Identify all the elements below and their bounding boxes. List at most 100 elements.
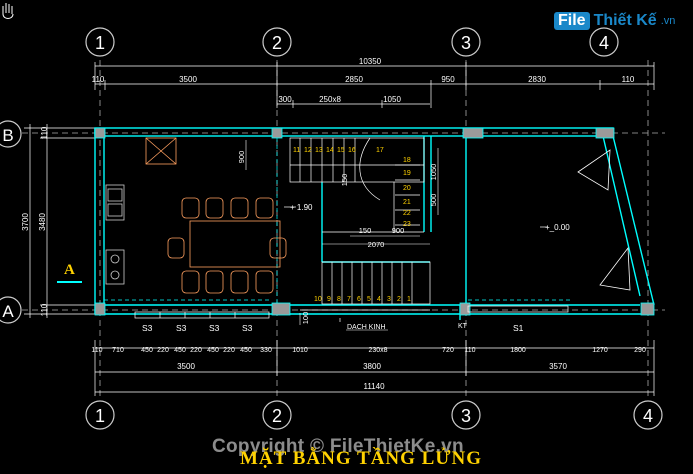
dim-b-17: 290	[634, 347, 646, 354]
level-left: + 1.90	[290, 203, 313, 212]
window-labels: S3 S3 S3 S3 S1 KT DACH KINH	[142, 323, 524, 333]
dim-b-8: 220	[223, 347, 235, 354]
dim-top-3: 2850	[345, 75, 363, 84]
dim-b-9: 450	[240, 347, 252, 354]
dim-top-2: 3500	[179, 75, 197, 84]
grid-bubble-3b: 3	[461, 406, 471, 426]
section-mark-a: A	[57, 262, 82, 283]
s3-label-2: S3	[176, 323, 187, 333]
dim-1050: 1050	[429, 164, 438, 181]
s3-label-4: S3	[242, 323, 253, 333]
s3-label-1: S3	[142, 323, 153, 333]
dim-b-15: 1800	[510, 347, 526, 354]
dim-150b: 150	[359, 226, 372, 235]
dim-top-1: 110	[92, 75, 105, 84]
stair-num-11: 11	[293, 147, 300, 154]
hand-icon	[2, 3, 14, 19]
dim-b-2: 710	[112, 347, 124, 354]
grid-bubble-4: 4	[599, 33, 609, 53]
grid-bubbles-top: 1 2 3 4	[85, 27, 619, 57]
dim-b-12: 230x8	[368, 347, 387, 354]
grid-bubble-2b: 2	[272, 406, 282, 426]
furniture	[105, 137, 287, 294]
left-dimensions	[24, 124, 95, 318]
s1-label: S1	[513, 323, 524, 333]
stair-low-2: 2	[397, 296, 401, 303]
stair-low-6: 6	[357, 296, 361, 303]
stair-low-1: 1	[407, 296, 411, 303]
dim-b-16: 1270	[592, 347, 608, 354]
dim-b-total: 11140	[363, 382, 385, 391]
internal-dashed	[104, 138, 570, 303]
logo-domain: .vn	[660, 15, 676, 27]
stair-num-19: 19	[403, 170, 411, 177]
grid-bubble-2: 2	[272, 33, 282, 53]
stair-num-14: 14	[326, 147, 334, 154]
stair-low-10: 10	[314, 296, 322, 303]
dim-900: 900	[237, 151, 246, 164]
grid-bubble-1b: 1	[95, 406, 105, 426]
dim-b-5: 450	[174, 347, 186, 354]
levels: + 1.90 +_0.00	[284, 203, 570, 232]
stair-num-20: 20	[403, 185, 411, 192]
dim-b-3: 450	[141, 347, 153, 354]
level-right: +_0.00	[545, 223, 570, 232]
stair-num-21: 21	[403, 199, 411, 206]
stair-low-3: 3	[387, 296, 391, 303]
dim-left-2: 3700	[21, 213, 30, 231]
dim-900b: 900	[392, 226, 405, 235]
grid-bubbles-bottom: 1 2 3 4	[85, 400, 663, 430]
grid-bubble-3: 3	[461, 33, 471, 53]
dim-b-6: 220	[190, 347, 202, 354]
stair-low-8: 8	[337, 296, 341, 303]
dim-b2-1: 3500	[177, 362, 195, 371]
dim-top-6: 110	[622, 75, 635, 84]
stair-low-5: 5	[367, 296, 371, 303]
stair-num-17: 17	[376, 147, 384, 154]
svg-text:A: A	[64, 262, 75, 278]
dim-top-r2-2: 250x8	[319, 95, 341, 104]
grid-bubble-B: B	[2, 126, 13, 145]
dim-b-11: 1010	[292, 347, 308, 354]
dim-b2-2: 3800	[363, 362, 381, 371]
dim-b-1: 110	[91, 347, 102, 354]
stair-low-4: 4	[377, 296, 381, 303]
stair-low-9: 9	[327, 296, 331, 303]
dim-left-4: 110	[40, 303, 49, 316]
stair-num-22: 22	[403, 210, 411, 217]
grid-bubble-A: A	[2, 302, 14, 321]
grid-bubble-1: 1	[95, 33, 105, 53]
left-dim-texts: 110 3700 3480 110	[21, 126, 49, 316]
logo-box: File	[554, 12, 590, 30]
logo-brand: Thiết Kế	[593, 12, 657, 29]
stair-num-18: 18	[403, 157, 411, 164]
dim-top-4: 950	[441, 75, 455, 84]
dim-100: 100	[301, 312, 310, 325]
dim-2070: 2070	[368, 240, 385, 249]
dim-top-r2-1: 300	[278, 95, 292, 104]
dim-150: 150	[340, 174, 349, 187]
dim-b2-3: 3570	[549, 362, 567, 371]
kt-label: KT	[458, 323, 468, 330]
dim-top-r2-3: 1050	[383, 95, 401, 104]
site-logo: File Thiết Kế .vn	[554, 12, 675, 30]
bottom-dim-texts-row2: 3500 3800 3570 11140	[177, 362, 567, 391]
s3-label-3: S3	[209, 323, 220, 333]
dim-500: 500	[429, 194, 438, 207]
walls	[94, 127, 655, 320]
stair-num-12: 12	[304, 147, 312, 154]
dim-b-4: 220	[157, 347, 169, 354]
stair-num-16: 16	[348, 147, 356, 154]
grid-bubbles-left: B A	[0, 120, 22, 324]
drawing-title: MẶT BẰNG TẦNG LỬNG	[240, 448, 482, 469]
dim-b-13: 720	[442, 347, 454, 354]
top-dim-texts: 10350 110 3500 2850 950 2830 110 300 250…	[92, 57, 635, 104]
stair-num-13: 13	[315, 147, 323, 154]
grid-bubble-4b: 4	[643, 406, 653, 426]
dim-b-10: 330	[260, 347, 272, 354]
stair-low-7: 7	[347, 296, 351, 303]
dim-left-1: 110	[40, 126, 49, 139]
dim-total-top: 10350	[359, 57, 382, 66]
dim-left-3: 3480	[38, 213, 47, 231]
dim-b-7: 450	[207, 347, 219, 354]
